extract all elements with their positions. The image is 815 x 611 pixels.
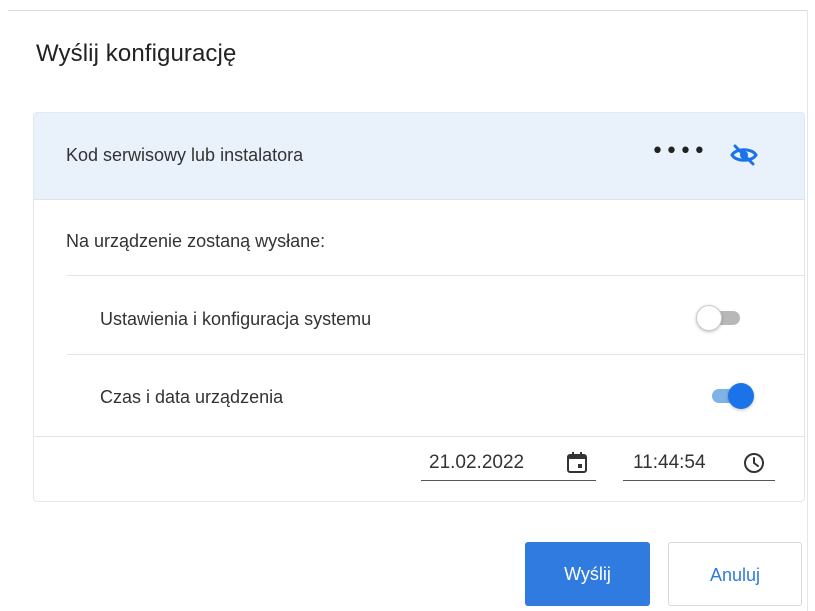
date-field[interactable]: 21.02.2022: [421, 440, 596, 481]
eye-off-icon[interactable]: [730, 143, 758, 167]
dialog-title: Wyślij konfigurację: [36, 40, 237, 67]
send-config-dialog: Wyślij konfigurację Kod serwisowy lub in…: [0, 0, 815, 611]
toggle-knob: [728, 383, 754, 409]
date-value: 21.02.2022: [429, 452, 525, 473]
dialog-right-border: [807, 10, 808, 611]
option-device-datetime-label: Czas i data urządzenia: [100, 387, 284, 407]
time-field[interactable]: 11:44:54: [623, 440, 775, 481]
service-code-label: Kod serwisowy lub instalatora: [66, 145, 304, 165]
calendar-icon[interactable]: [566, 452, 588, 474]
divider: [67, 354, 804, 355]
cancel-button[interactable]: Anuluj: [668, 542, 802, 606]
toggle-knob: [696, 305, 722, 331]
device-datetime-toggle[interactable]: [706, 381, 754, 411]
time-value: 11:44:54: [633, 452, 706, 473]
send-button[interactable]: Wyślij: [525, 542, 650, 606]
config-card: Kod serwisowy lub instalatora •••• Na ur…: [33, 112, 805, 502]
send-items-label: Na urządzenie zostaną wysłane:: [66, 231, 326, 251]
service-code-row: Kod serwisowy lub instalatora ••••: [34, 113, 804, 200]
dialog-top-border: [8, 10, 808, 11]
clock-icon[interactable]: [743, 452, 765, 474]
option-system-settings-label: Ustawienia i konfiguracja systemu: [100, 309, 372, 329]
divider: [34, 436, 804, 437]
divider: [67, 275, 804, 276]
service-code-input[interactable]: ••••: [651, 139, 707, 164]
system-settings-toggle[interactable]: [696, 303, 744, 333]
